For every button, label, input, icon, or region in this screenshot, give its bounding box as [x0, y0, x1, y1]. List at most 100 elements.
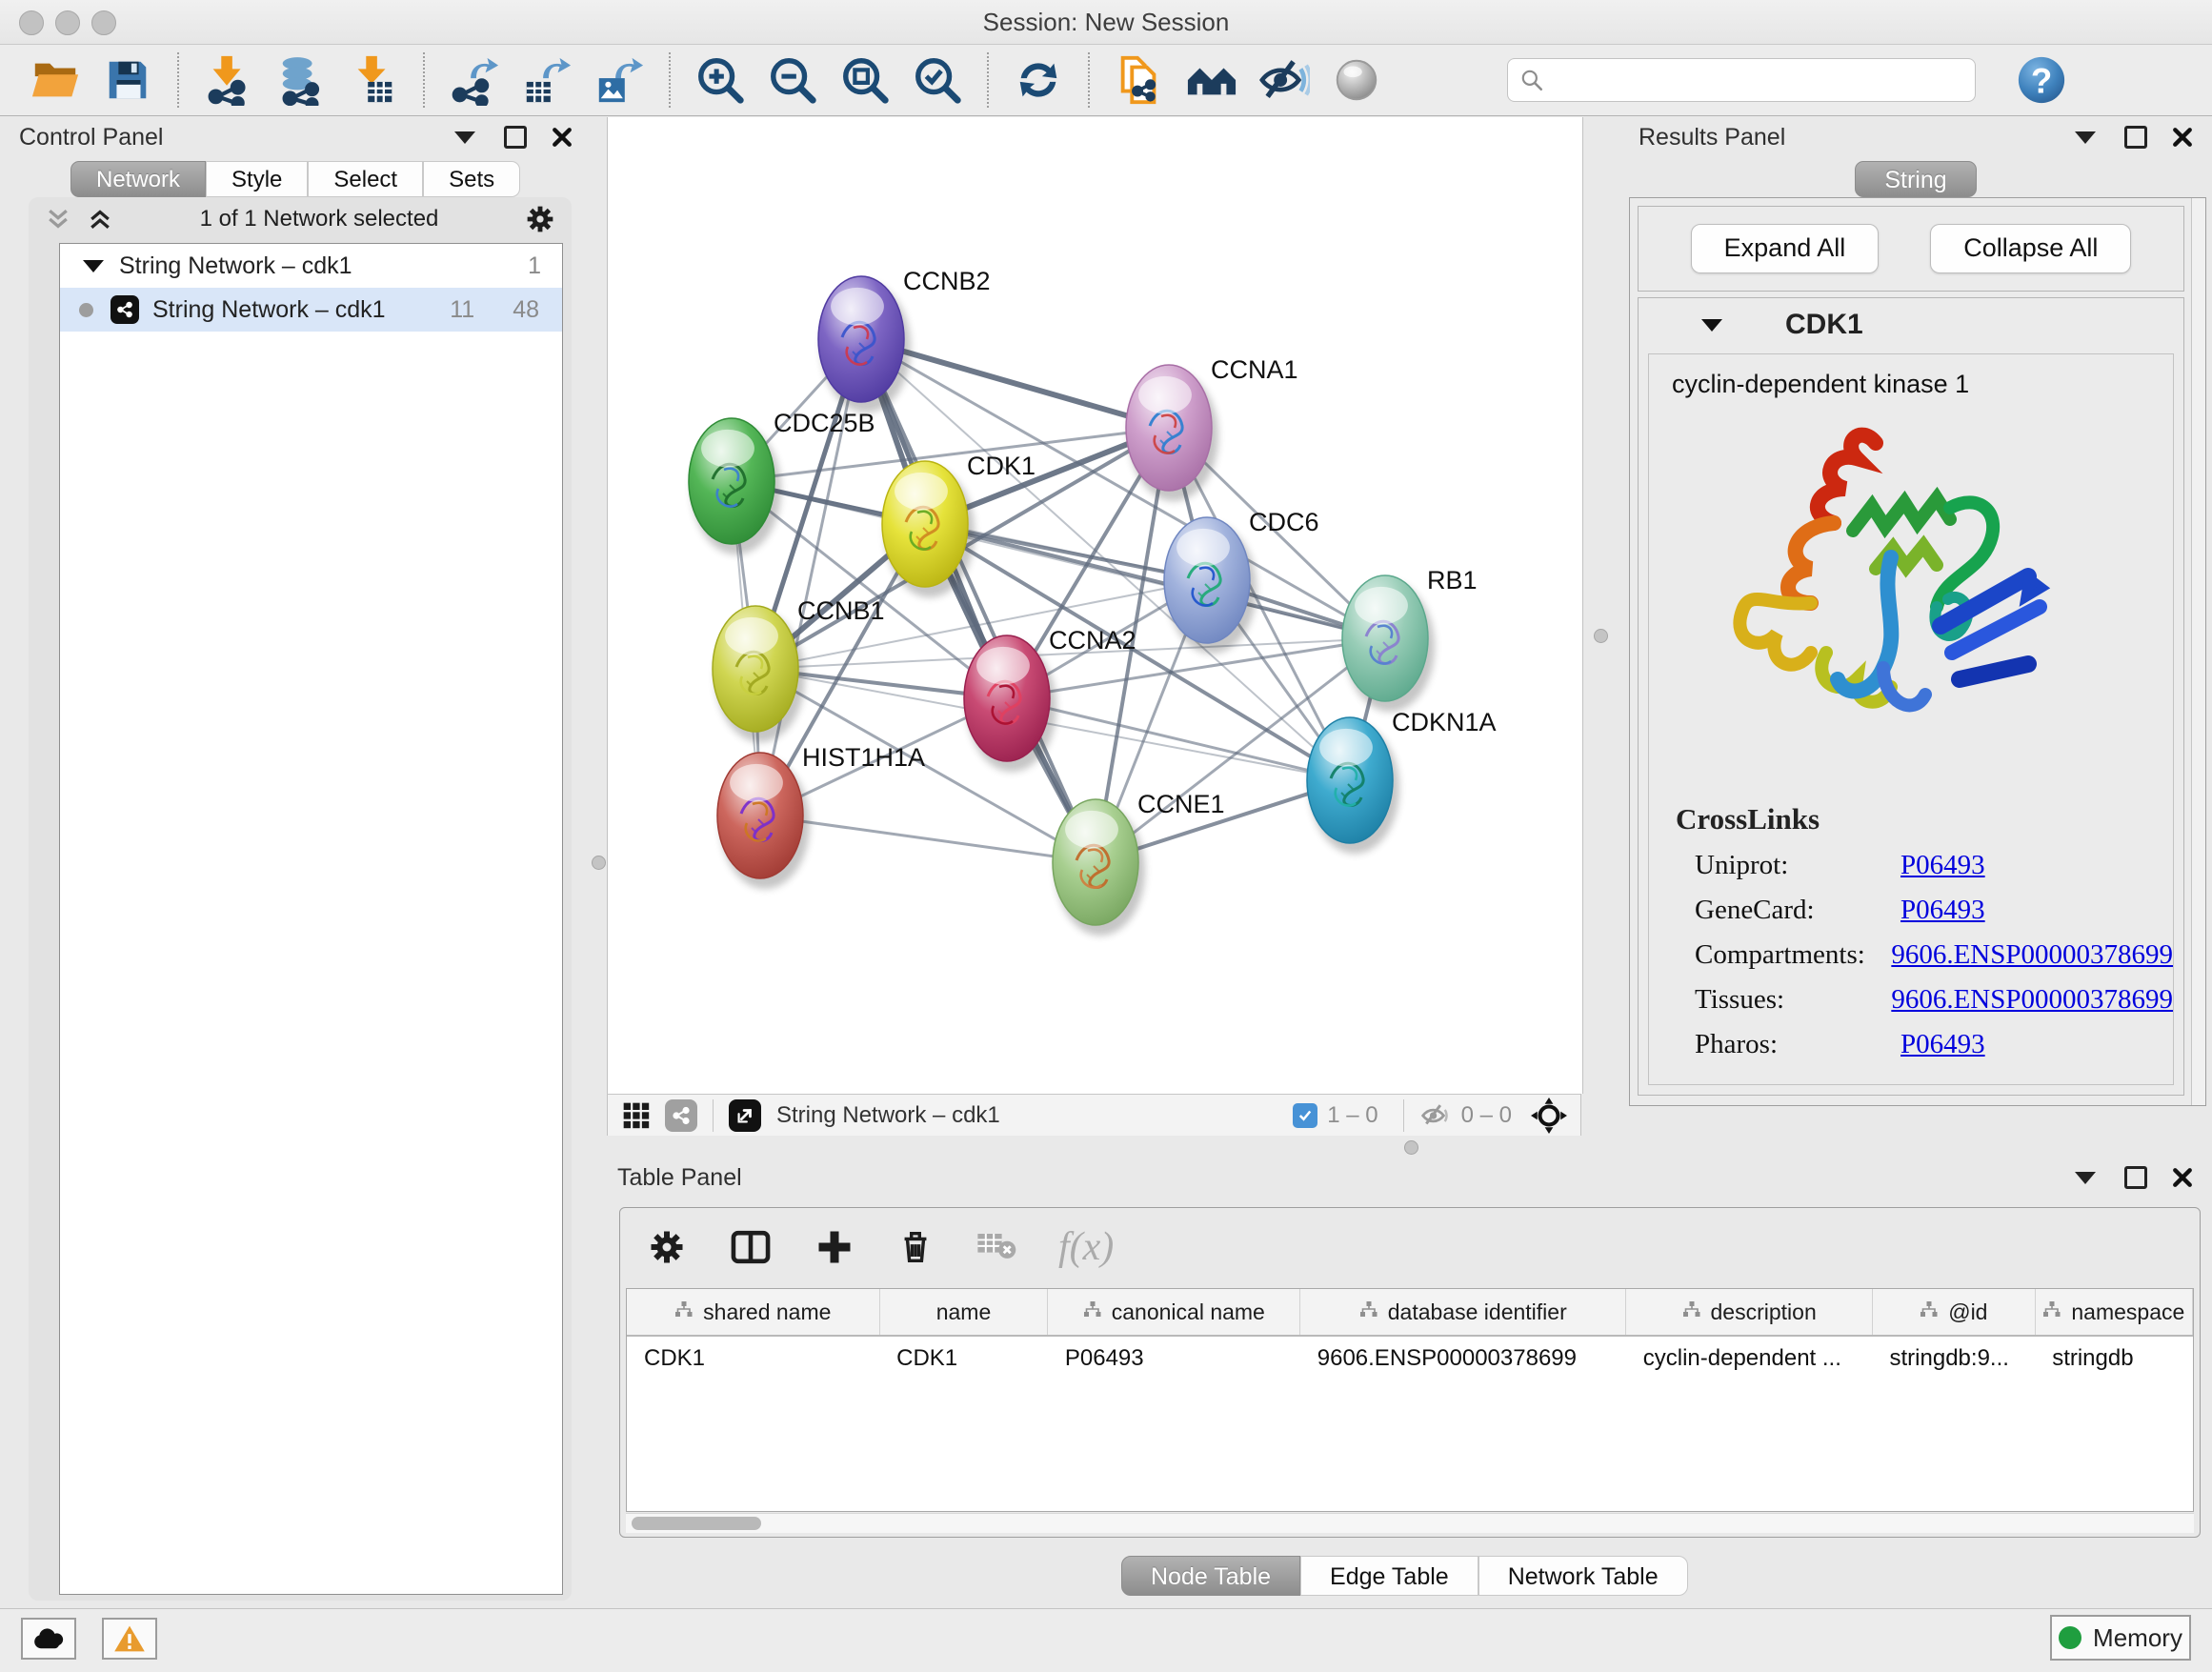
- column-header-namespace[interactable]: namespace: [2035, 1289, 2192, 1336]
- protein-collapse-caret[interactable]: [1701, 319, 1722, 332]
- table-cell[interactable]: P06493: [1048, 1336, 1300, 1380]
- crosslink-link[interactable]: 9606.ENSP00000378699: [1891, 984, 2173, 1015]
- tab-string-results[interactable]: String: [1855, 161, 1976, 197]
- import-network-file-icon[interactable]: [203, 54, 254, 106]
- update-network-icon[interactable]: [1013, 54, 1064, 106]
- warnings-button[interactable]: [102, 1618, 157, 1660]
- first-neighbors-icon[interactable]: [1186, 54, 1237, 106]
- table-cell[interactable]: 9606.ENSP00000378699: [1300, 1336, 1626, 1380]
- node-CCNB1[interactable]: CCNB1: [713, 596, 885, 742]
- crosslink-link[interactable]: P06493: [1900, 850, 1985, 880]
- zoom-fit-icon[interactable]: [839, 54, 891, 106]
- results-scrollbar[interactable]: [2191, 198, 2205, 1105]
- tab-network-table[interactable]: Network Table: [1478, 1556, 1688, 1596]
- tab-sets[interactable]: Sets: [423, 161, 520, 197]
- clone-network-icon[interactable]: [1114, 54, 1165, 106]
- bottom-splitter-handle[interactable]: [1404, 1140, 1418, 1155]
- help-icon[interactable]: ?: [2016, 54, 2067, 106]
- zoom-in-icon[interactable]: [694, 54, 746, 106]
- grid-view-icon[interactable]: [621, 1100, 652, 1131]
- tab-network[interactable]: Network: [70, 161, 206, 197]
- network-options-gear-icon[interactable]: [524, 203, 556, 235]
- tab-edge-table[interactable]: Edge Table: [1300, 1556, 1478, 1596]
- panel-close-icon[interactable]: [2172, 1167, 2193, 1188]
- zoom-out-icon[interactable]: [767, 54, 818, 106]
- network-share-icon[interactable]: [665, 1099, 697, 1132]
- node-CDKN1A[interactable]: CDKN1A: [1307, 708, 1497, 854]
- panel-menu-icon[interactable]: [2075, 131, 2096, 144]
- add-column-icon[interactable]: [814, 1227, 855, 1267]
- table-cell[interactable]: cyclin-dependent ...: [1626, 1336, 1873, 1380]
- node-CDC25B[interactable]: CDC25B: [689, 409, 875, 554]
- search-box[interactable]: [1507, 58, 1976, 102]
- network-collection-row[interactable]: String Network – cdk1 1: [60, 244, 562, 288]
- table-cell[interactable]: stringdb: [2035, 1336, 2192, 1380]
- show-all-icon[interactable]: [1331, 54, 1382, 106]
- selected-checkbox-icon[interactable]: [1293, 1103, 1317, 1128]
- save-session-icon[interactable]: [102, 54, 153, 106]
- panel-menu-icon[interactable]: [2075, 1172, 2096, 1184]
- crosslink-link[interactable]: P06493: [1900, 1029, 1985, 1059]
- export-network-icon[interactable]: [449, 54, 500, 106]
- show-columns-icon[interactable]: [729, 1225, 773, 1269]
- expand-all-button[interactable]: Expand All: [1691, 224, 1880, 273]
- node-CDC6[interactable]: CDC6: [1164, 508, 1319, 654]
- collection-expand-caret[interactable]: [83, 260, 104, 272]
- detach-view-icon[interactable]: [729, 1099, 761, 1132]
- crosslink-link[interactable]: P06493: [1900, 895, 1985, 925]
- expand-all-icon[interactable]: [86, 205, 114, 233]
- column-header-description[interactable]: description: [1626, 1289, 1873, 1336]
- crosslink-link[interactable]: 9606.ENSP00000378699: [1891, 939, 2173, 970]
- right-splitter-handle[interactable]: [1594, 629, 1608, 643]
- export-image-icon[interactable]: [593, 54, 645, 106]
- open-session-icon[interactable]: [30, 54, 81, 106]
- scrollbar-thumb[interactable]: [632, 1517, 761, 1530]
- tab-style[interactable]: Style: [206, 161, 308, 197]
- column-header--id[interactable]: @id: [1873, 1289, 2036, 1336]
- column-header-canonical-name[interactable]: canonical name: [1048, 1289, 1300, 1336]
- collapse-all-icon[interactable]: [44, 205, 72, 233]
- panel-menu-icon[interactable]: [454, 131, 475, 144]
- collapse-all-button[interactable]: Collapse All: [1930, 224, 2131, 273]
- node-RB1[interactable]: RB1: [1342, 566, 1478, 712]
- import-network-database-icon[interactable]: [275, 54, 327, 106]
- network-canvas[interactable]: CCNB2CCNA1CDC25BCDK1CDC6RB1CCNB1CCNA2CDK…: [607, 117, 1583, 1094]
- panel-float-icon[interactable]: [2124, 126, 2147, 149]
- panel-float-icon[interactable]: [504, 126, 527, 149]
- column-header-shared-name[interactable]: shared name: [627, 1289, 879, 1336]
- column-header-database-identifier[interactable]: database identifier: [1300, 1289, 1626, 1336]
- panel-close-icon[interactable]: [2172, 127, 2193, 148]
- protein-result-header[interactable]: CDK1: [1639, 298, 2183, 352]
- column-header-name[interactable]: name: [879, 1289, 1048, 1336]
- network-row-selected[interactable]: String Network – cdk1 11 48: [60, 288, 562, 332]
- node-HIST1H1A[interactable]: HIST1H1A: [717, 743, 925, 889]
- node-table[interactable]: shared namenamecanonical namedatabase id…: [626, 1288, 2194, 1512]
- tab-node-table[interactable]: Node Table: [1121, 1556, 1300, 1596]
- node-CCNA2[interactable]: CCNA2: [964, 626, 1136, 772]
- panel-float-icon[interactable]: [2124, 1166, 2147, 1189]
- export-table-icon[interactable]: [521, 54, 573, 106]
- table-cell[interactable]: CDK1: [879, 1336, 1048, 1380]
- delete-column-icon[interactable]: [896, 1228, 935, 1266]
- table-cell[interactable]: stringdb:9...: [1873, 1336, 2036, 1380]
- table-cell[interactable]: CDK1: [627, 1336, 879, 1380]
- node-CCNE1[interactable]: CCNE1: [1053, 790, 1225, 936]
- memory-button[interactable]: Memory: [2050, 1615, 2191, 1661]
- fit-selection-crosshair-icon[interactable]: [1531, 1098, 1567, 1134]
- node-CCNA1[interactable]: CCNA1: [1126, 355, 1298, 501]
- cloud-status-button[interactable]: [21, 1618, 76, 1660]
- edge-HIST1H1A-CCNE1[interactable]: [760, 816, 1096, 862]
- search-input[interactable]: [1544, 66, 1975, 94]
- node-CCNB2[interactable]: CCNB2: [818, 267, 991, 413]
- edge-CCNB2-CCNE1[interactable]: [861, 339, 1096, 862]
- zoom-selected-icon[interactable]: [912, 54, 963, 106]
- hide-selected-icon[interactable]: [1258, 54, 1310, 106]
- table-options-gear-icon[interactable]: [647, 1227, 687, 1267]
- tab-select[interactable]: Select: [308, 161, 423, 197]
- table-row[interactable]: CDK1CDK1P064939606.ENSP00000378699cyclin…: [627, 1336, 2193, 1380]
- import-table-file-icon[interactable]: [348, 54, 399, 106]
- hidden-items-eye-icon[interactable]: [1419, 1099, 1452, 1132]
- string-network-graph[interactable]: CCNB2CCNA1CDC25BCDK1CDC6RB1CCNB1CCNA2CDK…: [608, 117, 1582, 1094]
- table-horizontal-scrollbar[interactable]: [626, 1513, 2194, 1533]
- left-splitter-handle[interactable]: [592, 856, 606, 870]
